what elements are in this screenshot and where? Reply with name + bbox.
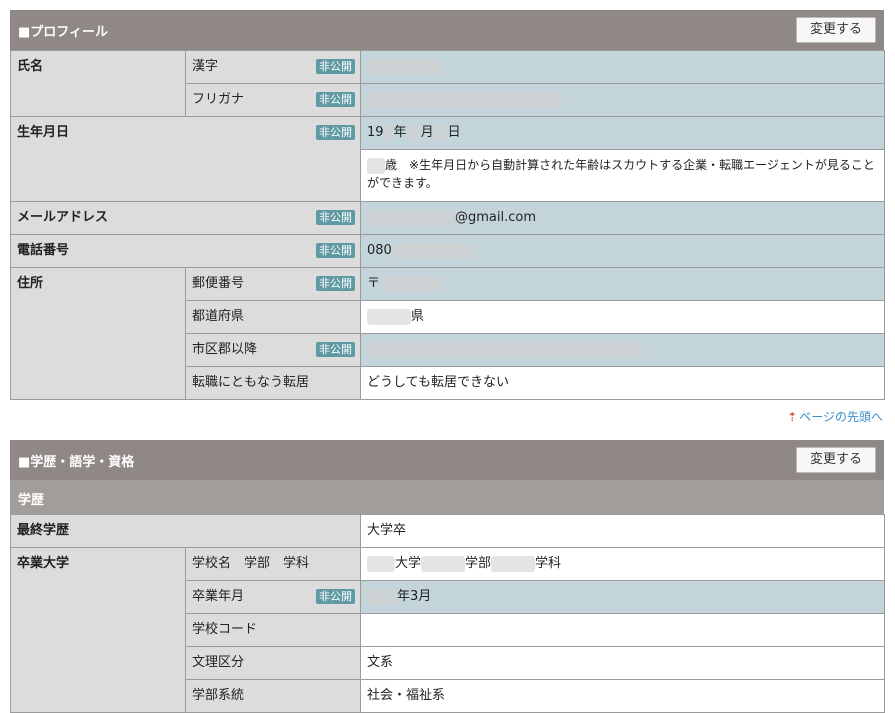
year-suffix: 年 [393, 125, 407, 140]
relocation-value: どうしても転居できない [360, 366, 885, 400]
email-label: メールアドレス [17, 210, 109, 225]
education-sub-header: 学歴 [10, 480, 884, 514]
private-badge: 非公開 [316, 342, 355, 357]
phone-label-cell: 電話番号 非公開 [10, 234, 361, 268]
email-label-cell: メールアドレス 非公開 [10, 201, 361, 235]
redacted-graduation-year [367, 588, 398, 605]
university-suffix: 大学 [395, 556, 422, 571]
private-badge: 非公開 [316, 125, 355, 140]
redacted-age [367, 157, 385, 174]
kanji-label-cell: 漢字 非公開 [185, 50, 361, 84]
redacted-year [383, 124, 394, 141]
education-section-title: ■学歴・語学・資格 [18, 455, 135, 470]
faculty-suffix: 学部 [465, 556, 492, 571]
birth-label: 生年月日 [17, 125, 70, 140]
redacted-phone [391, 242, 476, 259]
profile-section-title: ■プロフィール [18, 25, 109, 40]
redacted-furigana [367, 91, 562, 108]
birth-year-prefix: 19 [367, 125, 384, 140]
redacted-day [433, 124, 448, 141]
graduation-date-value: 年3月 [360, 580, 886, 614]
profile-table: 氏名 漢字 非公開 フリガナ 非公開 生年月日 非公開 19 年月日 歳 ※生年月日から… [10, 50, 885, 400]
education-edit-button[interactable]: 変更する [796, 447, 876, 473]
phone-label: 電話番号 [17, 243, 70, 258]
department-suffix: 学科 [535, 556, 562, 571]
prefecture-value: 県 [360, 300, 885, 334]
birth-date-value: 19 年月日 [360, 116, 885, 150]
phone-prefix: 080 [367, 243, 392, 258]
graduation-date-label: 卒業年月 [192, 589, 245, 604]
kanji-label: 漢字 [192, 59, 219, 74]
redacted-kanji-name [367, 58, 442, 75]
education-table: 最終学歴 大学卒 卒業大学 学校名 学部 学科 大学 学部 学科 卒業年月 非公開 年… [9, 514, 886, 713]
name-label: 氏名 [10, 50, 186, 117]
school-code-label: 学校コード [184, 613, 362, 647]
furigana-label: フリガナ [192, 92, 245, 107]
school-name-label: 学校名 学部 学科 [192, 556, 310, 571]
profile-edit-button[interactable]: 変更する [796, 17, 876, 43]
private-badge: 非公開 [316, 92, 355, 107]
redacted-month [406, 124, 421, 141]
postal-value: 〒 [360, 267, 885, 301]
education-section-header: ■学歴・語学・資格 変更する [10, 440, 884, 480]
postal-mark: 〒 [367, 276, 381, 291]
final-education-label: 最終学歴 [9, 514, 362, 548]
prefecture-label: 都道府県 [192, 309, 245, 324]
private-badge: 非公開 [316, 243, 355, 258]
graduation-date-suffix: 年3月 [397, 589, 432, 604]
city-label: 市区郡以降 [192, 342, 258, 357]
redacted-university [367, 555, 396, 572]
final-education-value: 大学卒 [360, 514, 886, 548]
furigana-label-cell: フリガナ 非公開 [185, 83, 361, 117]
page-top-link[interactable]: ⇡ ページの先頭へ [787, 408, 883, 425]
prefecture-suffix: 県 [411, 309, 425, 324]
city-label-cell: 市区郡以降 非公開 [185, 333, 361, 367]
school-name-label-cell: 学校名 学部 学科 [184, 547, 362, 581]
private-badge: 非公開 [316, 589, 356, 604]
school-name-value: 大学 学部 学科 [360, 547, 886, 581]
relocation-label: 転職にともなう転居 [192, 375, 310, 390]
field-label: 文理区分 [184, 646, 362, 680]
redacted-email-user [367, 209, 455, 226]
address-label: 住所 [10, 267, 186, 400]
email-value: @gmail.com [360, 201, 885, 235]
school-code-value [360, 613, 886, 647]
postal-label-cell: 郵便番号 非公開 [185, 267, 361, 301]
month-suffix: 月 [420, 125, 434, 140]
private-badge: 非公開 [316, 276, 355, 291]
graduation-date-label-cell: 卒業年月 非公開 [184, 580, 362, 614]
education-sub-title: 学歴 [18, 493, 45, 508]
redacted-department [491, 555, 536, 572]
postal-label: 郵便番号 [192, 276, 245, 291]
age-suffix: 歳 [385, 158, 398, 172]
graduated-university-label: 卒業大学 [10, 547, 186, 713]
private-badge: 非公開 [316, 59, 355, 74]
redacted-postal-code [384, 275, 443, 292]
faculty-type-value: 社会・福祉系 [360, 679, 886, 713]
furigana-value [360, 83, 885, 117]
private-badge: 非公開 [316, 210, 355, 225]
city-value [360, 333, 885, 367]
kanji-name-value [360, 50, 885, 84]
faculty-type-label: 学部系統 [184, 679, 362, 713]
birth-label-cell: 生年月日 非公開 [10, 116, 361, 202]
page-top-link-text: ページの先頭へ [799, 410, 883, 424]
up-arrow-icon: ⇡ [787, 410, 798, 424]
redacted-faculty [421, 555, 466, 572]
relocation-label-cell: 転職にともなう転居 [185, 366, 361, 400]
prefecture-label-cell: 都道府県 [185, 300, 361, 334]
day-suffix: 日 [447, 125, 461, 140]
redacted-prefecture [367, 308, 411, 325]
profile-section-header: ■プロフィール 変更する [10, 10, 884, 50]
phone-value: 080 [360, 234, 885, 268]
age-note: ※生年月日から自動計算された年齢はスカウトする企業・転職エージェントが見ることが… [367, 158, 875, 190]
field-value: 文系 [360, 646, 886, 680]
email-domain: @gmail.com [455, 210, 537, 225]
redacted-city-address [367, 341, 642, 358]
age-note-value: 歳 ※生年月日から自動計算された年齢はスカウトする企業・転職エージェントが見るこ… [360, 149, 885, 202]
